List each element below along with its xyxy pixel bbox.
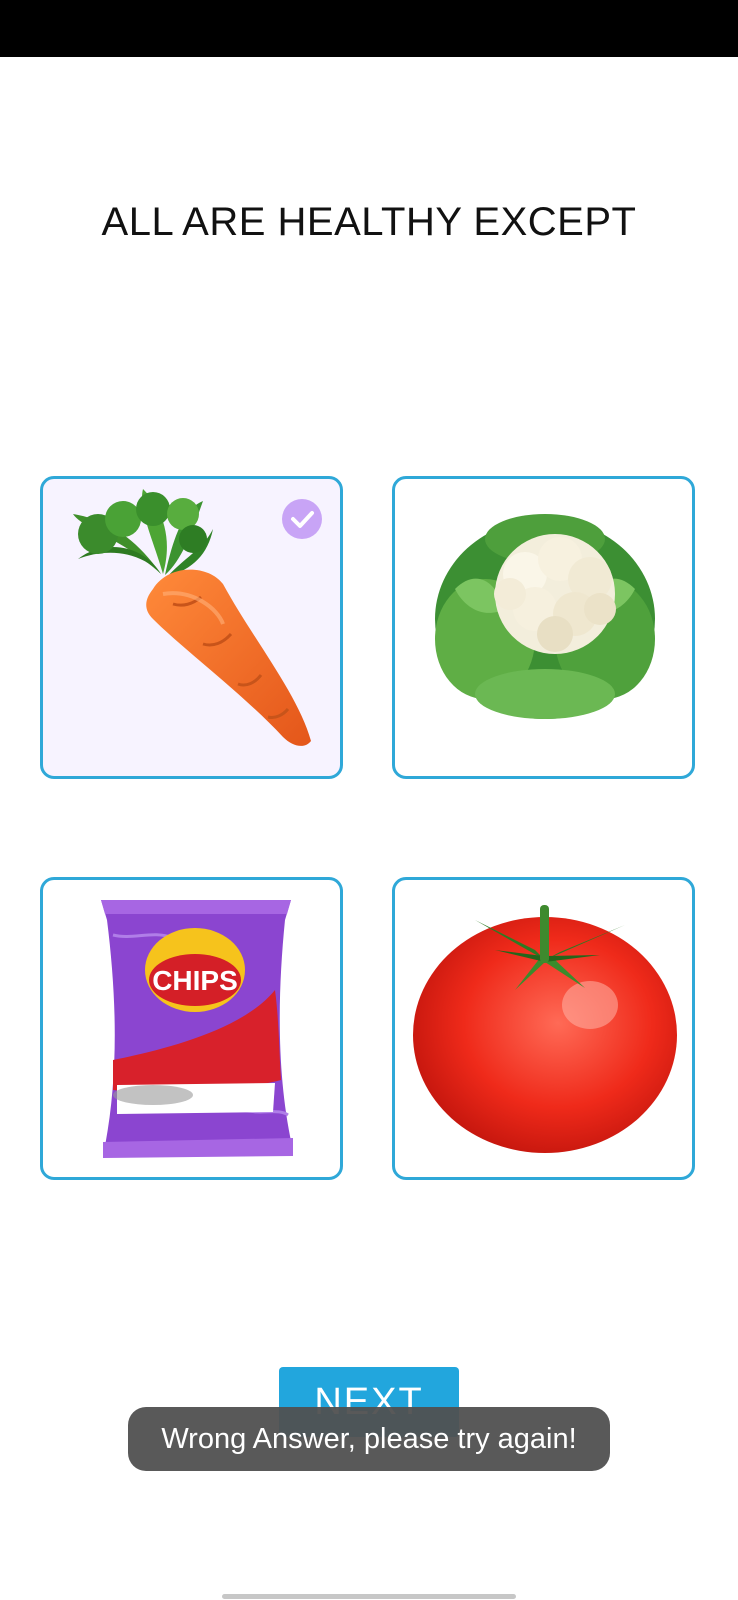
option-carrot[interactable] xyxy=(40,476,343,779)
option-chips[interactable]: CHIPS xyxy=(40,877,343,1180)
status-bar xyxy=(0,0,738,57)
home-indicator[interactable] xyxy=(222,1594,516,1599)
option-cauliflower[interactable] xyxy=(392,476,695,779)
option-tomato[interactable] xyxy=(392,877,695,1180)
toast-message: Wrong Answer, please try again! xyxy=(128,1407,610,1471)
question-title: ALL ARE HEALTHY EXCEPT xyxy=(101,200,637,244)
chips-packet-image: CHIPS xyxy=(101,900,293,1158)
chips-label: CHIPS xyxy=(152,965,238,996)
cauliflower-image xyxy=(435,514,655,719)
tomato-image xyxy=(413,905,677,1153)
selected-check-icon xyxy=(282,499,322,539)
